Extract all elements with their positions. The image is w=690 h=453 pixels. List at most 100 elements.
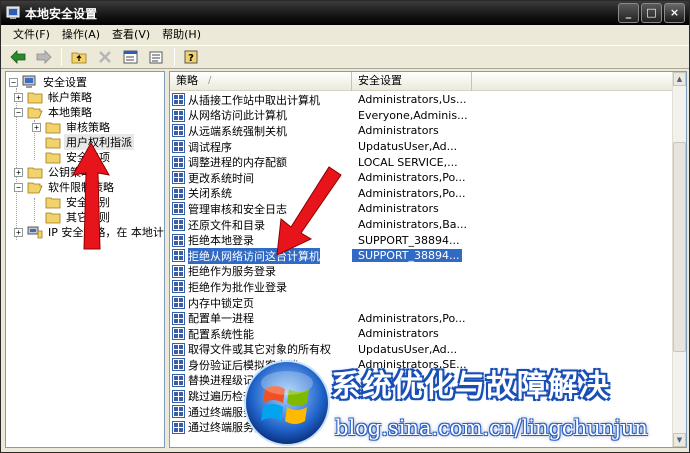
scroll-up-button[interactable]: ▲ — [673, 72, 686, 86]
expand-icon[interactable]: + — [14, 227, 23, 237]
policy-row[interactable]: 调试程序 UpdatusUser,Ad... — [170, 139, 674, 155]
policy-name-cell: 拒绝作为批作业登录 — [170, 279, 352, 295]
policy-icon — [172, 311, 185, 325]
policy-icon — [172, 373, 185, 387]
maximize-button[interactable]: □ — [641, 3, 662, 23]
menu-action[interactable]: 操作(A) — [56, 26, 106, 44]
policy-setting: Administrators,Ba... — [358, 218, 467, 232]
policy-setting: Administrators,Us... — [358, 93, 467, 107]
ip-security-icon — [27, 226, 43, 239]
policy-name: 从远端系统强制关机 — [188, 124, 287, 138]
policy-row[interactable]: 关闭系统 Administrators,Po... — [170, 186, 674, 202]
expand-icon[interactable]: + — [14, 92, 23, 102]
tree-item-security-settings[interactable]: − 安全设置 — [9, 74, 89, 90]
minimize-button[interactable]: _ — [618, 3, 639, 23]
policy-row[interactable]: 从远端系统强制关机 Administrators — [170, 123, 674, 139]
policy-row[interactable]: 拒绝从网络访问这台计算机 SUPPORT_38894... — [170, 247, 674, 264]
policy-icon — [172, 155, 185, 169]
policy-row[interactable]: 拒绝作为服务登录 — [170, 264, 674, 280]
policy-icon — [172, 140, 185, 154]
tree-label: 帐户策略 — [48, 91, 92, 104]
close-button[interactable]: × — [664, 3, 685, 23]
tree-item-audit-policy[interactable]: + 审核策略 — [32, 119, 112, 135]
policy-icon — [172, 389, 185, 403]
forward-button[interactable] — [33, 47, 55, 67]
column-header-security-setting[interactable]: 安全设置 — [352, 72, 472, 91]
folder-icon — [45, 212, 61, 224]
policy-icon — [172, 280, 185, 294]
sort-indicator: / — [208, 75, 212, 86]
policy-name: 配置单一进程 — [188, 312, 254, 326]
menu-file[interactable]: 文件(F) — [7, 26, 56, 44]
policy-name: 从插接工作站中取出计算机 — [188, 93, 320, 107]
help-button[interactable]: ? — [181, 47, 203, 67]
policy-name-cell: 内存中锁定页 — [170, 295, 352, 311]
collapse-icon[interactable]: − — [14, 107, 23, 117]
policy-setting: Everyone,Adminis... — [358, 108, 468, 122]
column-header-policy[interactable]: 策略 / — [170, 72, 352, 91]
toolbar-separator — [174, 48, 175, 66]
policy-icon — [172, 327, 185, 341]
policy-row[interactable]: 从网络访问此计算机 Everyone,Adminis... — [170, 108, 674, 124]
annotation-arrow-up — [72, 141, 110, 250]
back-button[interactable] — [7, 47, 29, 67]
policy-row[interactable]: 拒绝本地登录 SUPPORT_38894... — [170, 232, 674, 248]
policy-icon — [172, 233, 185, 247]
policy-setting: UpdatusUser,Ad... — [358, 140, 458, 154]
list-header: 策略 / 安全设置 — [170, 72, 674, 91]
policy-name: 拒绝作为服务登录 — [188, 265, 276, 279]
title-bar[interactable]: 本地安全设置 _ □ × — [1, 1, 689, 25]
scroll-thumb[interactable] — [673, 142, 686, 352]
policy-name: 从网络访问此计算机 — [188, 109, 287, 123]
policy-name-cell: 配置单一进程 — [170, 310, 352, 326]
policy-row[interactable]: 从插接工作站中取出计算机 Administrators,Us... — [170, 92, 674, 108]
forward-icon — [36, 50, 52, 64]
watermark-title: 系统优化与故障解决 — [331, 369, 610, 404]
policy-icon — [172, 249, 185, 263]
tree-item-local-policies[interactable]: − 本地策略 — [14, 104, 94, 120]
expand-icon[interactable]: + — [14, 167, 23, 177]
policy-icon — [172, 405, 185, 419]
column-header-label: 策略 — [176, 74, 198, 87]
console-tree-pane[interactable]: − 安全设置 + 帐户策略 − 本地策略 + 审核策略 用户权利指派 安全选项 — [5, 71, 165, 448]
up-folder-icon — [71, 52, 87, 64]
policy-row[interactable]: 还原文件和目录 Administrators,Ba... — [170, 217, 674, 233]
policy-setting: SUPPORT_38894... — [352, 249, 462, 263]
tree-label: 审核策略 — [66, 121, 110, 134]
policy-row[interactable]: 调整进程的内存配额 LOCAL SERVICE,... — [170, 154, 674, 170]
windows-logo-icon — [244, 360, 330, 446]
policy-row[interactable]: 更改系统时间 Administrators,Po... — [170, 170, 674, 186]
policy-name-cell: 从远端系统强制关机 — [170, 123, 352, 139]
policy-row[interactable]: 管理审核和安全日志 Administrators — [170, 201, 674, 217]
policy-row[interactable]: 内存中锁定页 — [170, 295, 674, 311]
policy-row[interactable]: 配置系统性能 Administrators — [170, 326, 674, 342]
collapse-icon[interactable]: − — [9, 77, 18, 87]
tree-item-account-policies[interactable]: + 帐户策略 — [14, 89, 94, 105]
policy-row[interactable]: 拒绝作为批作业登录 — [170, 279, 674, 295]
policy-icon — [172, 358, 185, 372]
policy-setting: Administrators — [358, 202, 439, 216]
policy-icon — [172, 108, 185, 122]
up-folder-button[interactable] — [68, 47, 90, 67]
folder-icon — [45, 197, 61, 209]
properties-button[interactable] — [120, 47, 142, 67]
folder-icon — [45, 137, 61, 149]
policy-icon — [172, 342, 185, 356]
policy-name-cell: 拒绝作为服务登录 — [170, 263, 352, 279]
expand-icon[interactable]: + — [32, 122, 41, 132]
local-security-app-icon — [6, 6, 20, 19]
properties-icon — [123, 50, 138, 64]
policy-setting: Administrators,Po... — [358, 171, 466, 185]
export-list-button[interactable] — [146, 47, 168, 67]
policy-icon — [172, 218, 185, 232]
window-title: 本地安全设置 — [25, 7, 98, 21]
policy-icon — [172, 186, 185, 200]
export-list-icon — [149, 51, 163, 64]
delete-button[interactable] — [94, 47, 116, 67]
policy-row[interactable]: 配置单一进程 Administrators,Po... — [170, 310, 674, 326]
collapse-icon[interactable]: − — [14, 182, 23, 192]
menu-help[interactable]: 帮助(H) — [156, 26, 207, 44]
menu-view[interactable]: 查看(V) — [106, 26, 156, 44]
policy-name-cell: 配置系统性能 — [170, 326, 352, 342]
back-icon — [10, 50, 26, 64]
